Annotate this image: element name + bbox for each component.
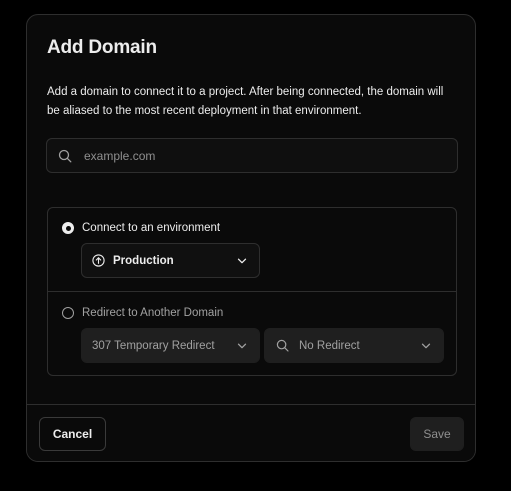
radio-redirect-domain[interactable]: Redirect to Another Domain xyxy=(62,307,223,319)
save-button[interactable]: Save xyxy=(410,417,464,451)
domain-input-wrapper[interactable] xyxy=(46,138,458,173)
radio-redirect-indicator[interactable] xyxy=(62,307,74,319)
chevron-down-icon xyxy=(236,255,248,267)
redirect-status-select[interactable]: 307 Temporary Redirect xyxy=(81,328,260,363)
arrow-up-circle-icon xyxy=(92,254,105,267)
domain-input[interactable] xyxy=(82,147,426,164)
redirect-target-select[interactable]: No Redirect xyxy=(264,328,444,363)
search-icon xyxy=(58,149,72,163)
search-icon xyxy=(276,339,289,352)
radio-connect-indicator[interactable] xyxy=(62,222,74,234)
options-divider xyxy=(48,291,456,292)
radio-connect-label: Connect to an environment xyxy=(82,222,221,234)
dialog-title: Add Domain xyxy=(47,37,157,58)
radio-connect-environment[interactable]: Connect to an environment xyxy=(62,222,220,234)
add-domain-dialog: Add Domain Add a domain to connect it to… xyxy=(26,14,476,462)
chevron-down-icon xyxy=(420,340,432,352)
dialog-description: Add a domain to connect it to a project.… xyxy=(47,86,444,117)
redirect-target-value: No Redirect xyxy=(299,339,360,352)
environment-select[interactable]: Production xyxy=(81,243,260,278)
redirect-status-value: 307 Temporary Redirect xyxy=(92,339,215,352)
radio-redirect-label: Redirect to Another Domain xyxy=(82,307,224,319)
chevron-down-icon xyxy=(236,340,248,352)
domain-options-group: Connect to an environment Production Red… xyxy=(47,207,457,376)
cancel-button[interactable]: Cancel xyxy=(39,417,106,451)
environment-select-value: Production xyxy=(113,254,174,267)
dialog-footer: Cancel Save xyxy=(27,404,475,461)
